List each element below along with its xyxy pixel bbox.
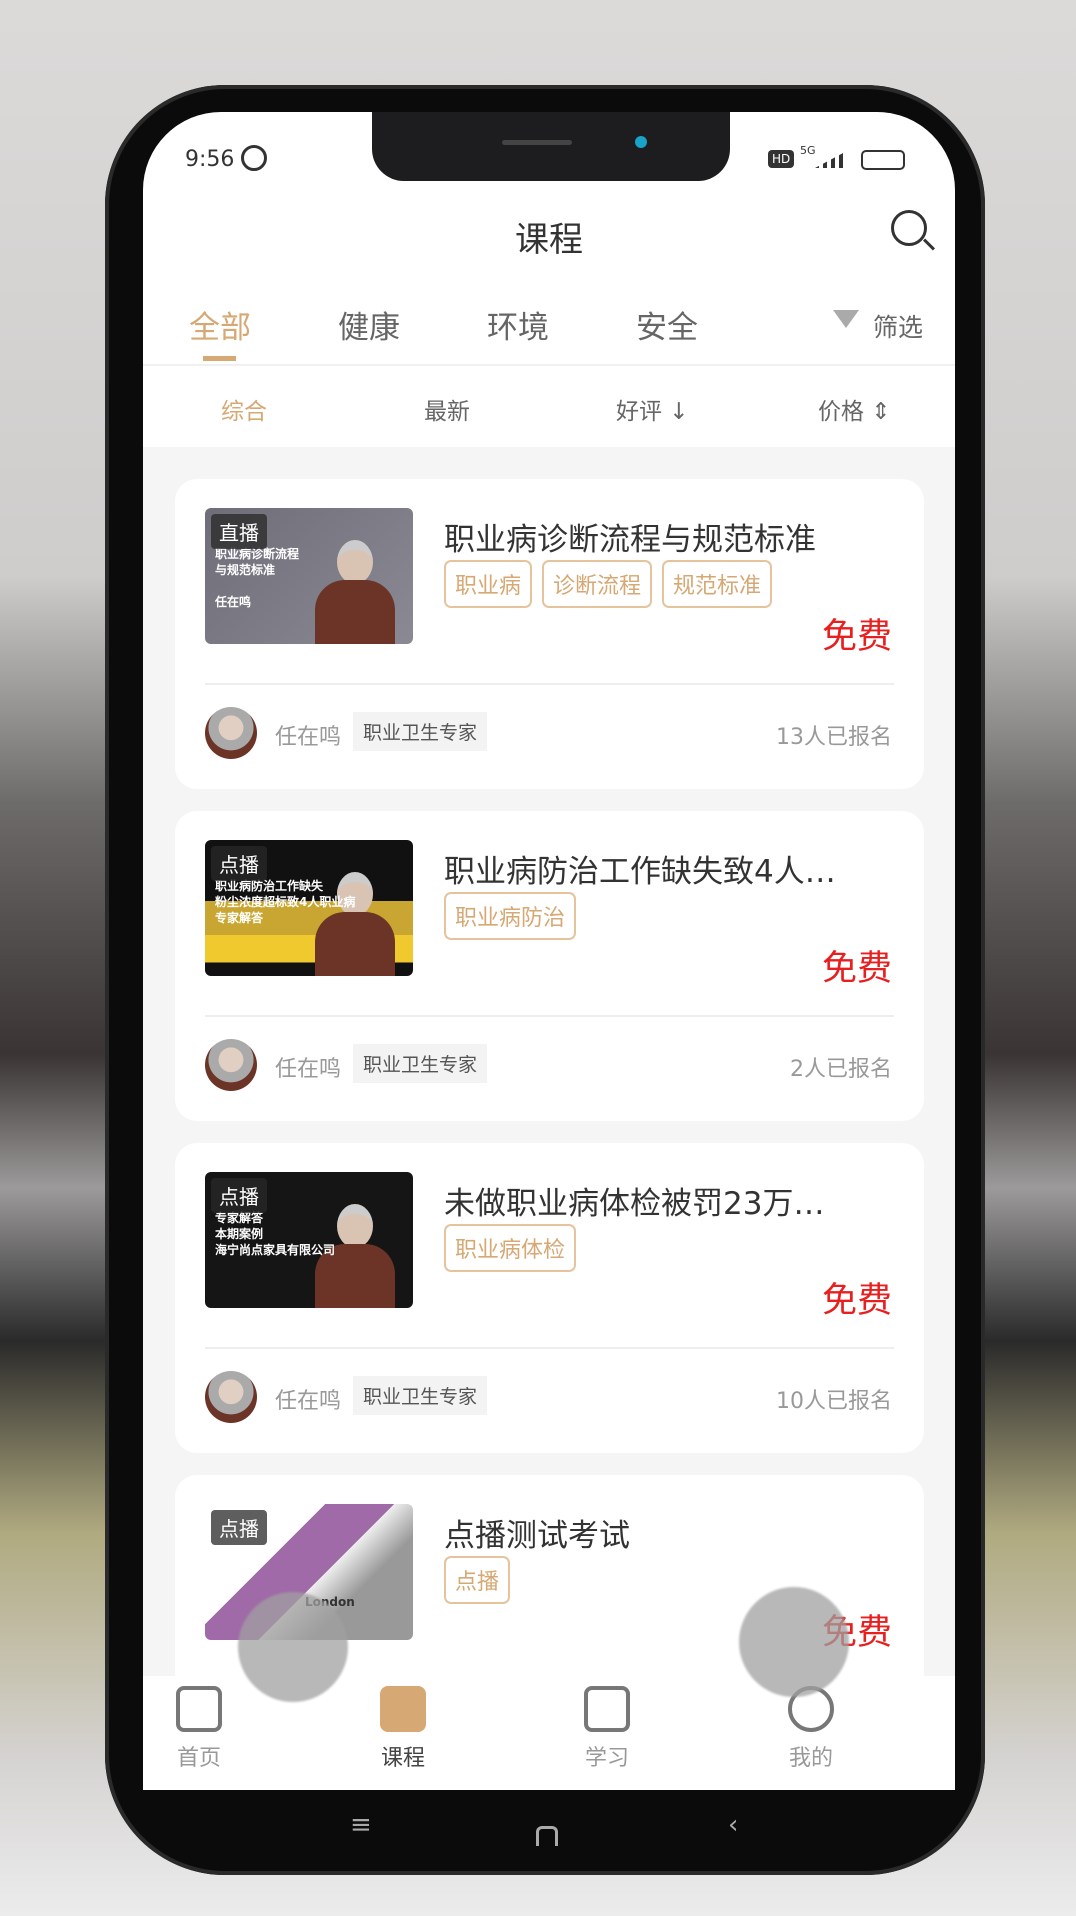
course-tag: 职业病体检 [444,1224,577,1272]
study-icon [584,1686,630,1732]
notch [372,112,730,181]
nav-study[interactable]: 学习 [557,1686,657,1772]
nav-label: 我的 [788,1746,833,1771]
course-type-badge: 点播 [211,846,267,881]
course-title: 职业病防治工作缺失致4人… [444,854,836,890]
course-list: 职业病诊断流程 与规范标准 任在鸣 直播 职业病诊断流程与规范标准 职业病 诊断流… [143,447,955,1785]
back-key[interactable]: ‹ [728,1810,738,1840]
course-title: 未做职业病体检被罚23万… [444,1186,825,1222]
course-type-badge: 点播 [211,1178,267,1213]
status-time: 9:56 [185,147,235,172]
course-price: 免费 [821,1281,892,1321]
teacher-name: 任在鸣 [275,1057,342,1082]
sort-price[interactable]: 价格 ⇕ [818,392,891,426]
divider [205,1015,894,1017]
course-title: 职业病诊断流程与规范标准 [444,522,816,558]
divider [205,1347,894,1349]
divider [205,683,894,685]
course-tag: 规范标准 [662,560,773,608]
course-thumbnail: 职业病诊断流程 与规范标准 任在鸣 直播 [205,508,413,644]
tab-environment[interactable]: 环境 [487,302,549,347]
divider [143,364,955,366]
course-tag: 诊断流程 [542,560,653,608]
teacher-role: 职业卫生专家 [353,1376,488,1415]
network-label: 5G [800,144,816,157]
nav-label: 学习 [584,1746,629,1771]
teacher-avatar [205,707,257,759]
course-price: 免费 [821,949,892,989]
filter-icon[interactable] [833,310,859,328]
flashlight-float-button[interactable] [238,1592,348,1702]
course-card[interactable]: 专家解答 本期案例 海宁尚点家具有限公司 点播 未做职业病体检被罚23万… 职业… [175,1143,924,1453]
thumbnail-text: 职业病诊断流程 与规范标准 任在鸣 [215,547,300,609]
course-tag: 点播 [444,1556,511,1604]
sort-overall[interactable]: 综合 [221,392,267,426]
course-card[interactable]: 职业病诊断流程 与规范标准 任在鸣 直播 职业病诊断流程与规范标准 职业病 诊断流… [175,479,924,789]
teacher-role: 职业卫生专家 [353,1044,488,1083]
tab-health[interactable]: 健康 [338,302,400,347]
course-icon [380,1686,426,1732]
teacher-name: 任在鸣 [275,1389,342,1414]
course-card[interactable]: 职业病防治工作缺失 粉尘浓度超标致4人职业病 专家解答 点播 职业病防治工作缺失… [175,811,924,1121]
course-tag: 职业病防治 [444,892,577,940]
course-title: 点播测试考试 [444,1518,630,1554]
nav-home[interactable]: 首页 [149,1686,249,1772]
course-price: 免费 [821,617,892,657]
enrollment-count: 2人已报名 [790,1057,892,1082]
teacher-avatar [205,1039,257,1091]
enrollment-count: 10人已报名 [776,1389,892,1414]
search-icon[interactable] [891,210,936,251]
teacher-avatar [205,1371,257,1423]
nav-label: 课程 [380,1746,425,1771]
alarm-icon [241,145,267,171]
tab-underline [203,356,236,361]
page-title: 课程 [515,220,583,260]
course-type-badge: 直播 [211,514,267,549]
home-icon [176,1686,222,1732]
app-screen: 9:56 HD 5G 课程 全部 健康 环境 安全 筛选 综合 最新 好评 ↓ … [143,112,955,1790]
menu-key[interactable]: ≡ [350,1810,372,1840]
course-type-badge: 点播 [211,1510,267,1545]
hd-icon: HD [768,150,795,168]
home-key[interactable] [536,1826,558,1846]
enrollment-count: 13人已报名 [776,725,892,750]
course-thumbnail: 职业病防治工作缺失 粉尘浓度超标致4人职业病 专家解答 点播 [205,840,413,976]
battery-icon [861,150,905,170]
tab-safety[interactable]: 安全 [636,302,698,347]
camera-float-button[interactable] [739,1587,849,1697]
sort-rating[interactable]: 好评 ↓ [616,392,689,426]
sort-newest[interactable]: 最新 [424,392,470,426]
teacher-role: 职业卫生专家 [353,712,488,751]
thumbnail-text: 专家解答 本期案例 海宁尚点家具有限公司 [215,1211,336,1257]
nav-course[interactable]: 课程 [353,1686,453,1772]
signal-icon [815,152,845,168]
teacher-name: 任在鸣 [275,725,342,750]
instructor-image [315,534,395,644]
thumbnail-text: 职业病防治工作缺失 粉尘浓度超标致4人职业病 专家解答 [215,879,356,925]
filter-button[interactable]: 筛选 [873,308,923,344]
nav-profile[interactable]: 我的 [761,1686,861,1772]
course-thumbnail: 专家解答 本期案例 海宁尚点家具有限公司 点播 [205,1172,413,1308]
nav-label: 首页 [176,1746,221,1771]
course-tag: 职业病 [444,560,533,608]
tab-all[interactable]: 全部 [189,302,251,347]
